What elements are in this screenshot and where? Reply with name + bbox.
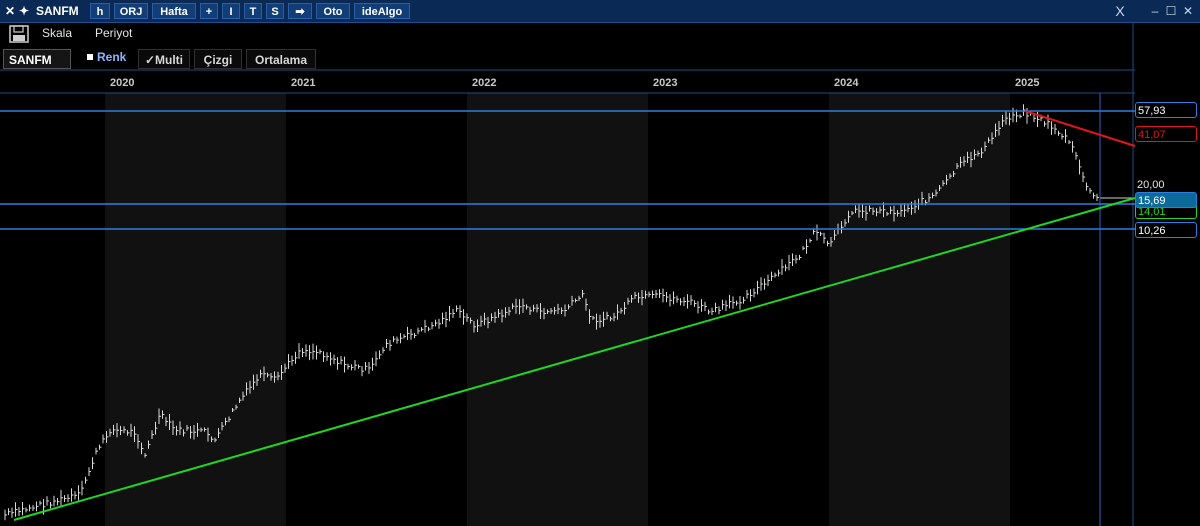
price-label-15: 15,69 (1135, 192, 1197, 208)
price-label-20: 20,00 (1137, 179, 1165, 191)
year-label: 2020 (110, 77, 134, 89)
price-label-10: 10,26 (1135, 222, 1197, 238)
price-label-41: 41,07 (1135, 126, 1197, 142)
year-shade (829, 93, 1010, 526)
year-label: 2025 (1015, 77, 1039, 89)
year-shade (105, 93, 286, 526)
year-label: 2023 (653, 77, 677, 89)
price-label-57: 57,93 (1135, 102, 1197, 118)
resistance-trendline[interactable] (1024, 110, 1136, 147)
year-axis: 2020 2021 2022 2023 2024 2025 (110, 77, 1039, 89)
price-chart[interactable]: 2020 2021 2022 2023 2024 2025 (0, 0, 1200, 526)
year-label: 2022 (472, 77, 496, 89)
year-label: 2021 (291, 77, 315, 89)
year-label: 2024 (834, 77, 859, 89)
